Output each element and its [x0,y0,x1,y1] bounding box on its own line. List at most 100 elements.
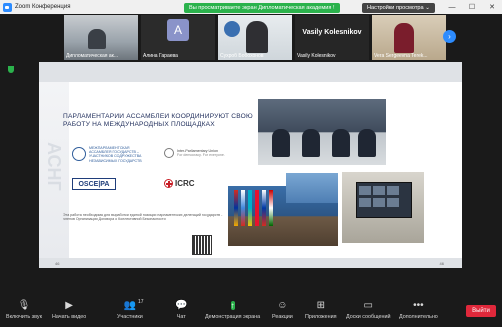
red-cross-icon [164,179,173,188]
video-button[interactable]: ▶ Начать видео [52,300,86,320]
zoom-window: Zoom Конференция — ☐ ✕ Вы просматриваете… [0,0,502,327]
participant-tile[interactable]: Vera Sergeevna Terek... [372,15,446,60]
whiteboards-button[interactable]: ▭ Доски сообщений [346,300,390,320]
flag [234,190,238,226]
window-title: Zoom Конференция [15,4,71,10]
chat-label: Чат [176,314,186,320]
participant-video [88,29,106,49]
mute-label: Включить звук [6,314,42,320]
next-page-arrow-icon[interactable]: › [443,30,456,43]
qr-code-icon [192,235,212,255]
participant-tile[interactable]: Сухроб Бобохонов [218,15,292,60]
participants-label: Участники [117,314,143,320]
delegate-figure [302,129,320,157]
ipa-emblem-icon [72,147,86,162]
screen-tile [373,186,385,195]
participant-name: Vasily Kolesnikov [297,53,336,59]
icrc-logo: ICRC [164,179,195,188]
chat-icon: 💬 [175,300,188,311]
participant-name: Дипломатическая ак... [66,53,119,59]
mute-button[interactable]: 🎙 Включить звук [6,300,42,320]
participant-display-name: Vasily Kolesnikov [302,29,362,36]
video-off-icon: ▶ [65,300,73,311]
ipu-globe-icon [164,148,174,158]
participants-button[interactable]: 👥 17 Участники [117,299,144,320]
org1-label: МЕЖПАРЛАМЕНТСКАЯ АССАМБЛЕЯ ГОСУДАРСТВ – … [89,146,142,163]
whiteboards-label: Доски сообщений [346,314,391,320]
flag [262,190,266,226]
minimize-icon[interactable]: — [442,0,462,14]
share-icon-wrap: ↑ [230,300,235,312]
shared-screen: АСНГ ПАРЛАМЕНТАРИИ АССАМБЛЕИ КООРДИНИРУЮ… [39,62,462,268]
flag [248,190,252,226]
slide-number-left: 46 [55,261,60,266]
participant-thumbnails: Дипломатическая ак... A Алина Гараева Су… [64,15,446,60]
photo-video-conference [286,173,338,203]
slide-footer-band: 46 46 [39,258,462,268]
delegate-figure [358,129,376,157]
reactions-label: Реакции [272,314,293,320]
apps-label: Приложения [305,314,337,320]
screen-tile [373,198,385,207]
participants-icon: 👥 [123,300,137,311]
maximize-icon[interactable]: ☐ [462,0,482,14]
microphone-muted-icon: 🎙 [17,300,31,311]
slide-caption: Эта работа необходима для выработки един… [63,213,223,222]
participant-tile[interactable]: A Алина Гараева [141,15,215,60]
participant-name: Алина Гараева [143,53,178,59]
osce-pa-logo: OSCE|PA [72,178,116,190]
slide-header-band [39,62,462,82]
ipu-logo: Inter-Parliamentary Union For democracy.… [164,148,225,158]
screen-tile [387,198,399,207]
slide-number-right: 46 [439,261,444,266]
screen-tile [359,186,371,195]
slide-watermark: АСНГ [39,82,69,258]
encryption-shield-icon[interactable] [8,66,14,73]
view-options-button[interactable]: Настройки просмотра ⌄ [362,3,435,13]
reactions-button[interactable]: ☺ Реакции [272,300,293,320]
participant-tile[interactable]: Vasily Kolesnikov Vasily Kolesnikov [295,15,369,60]
chat-button[interactable]: 💬 Чат [175,300,187,320]
participant-video [246,21,268,53]
meeting-screen [356,182,412,218]
delegate-figure [332,129,350,157]
slide-title: ПАРЛАМЕНТАРИИ АССАМБЛЕИ КООРДИНИРУЮТ СВО… [63,113,253,128]
apps-icon: ⊞ [316,300,325,311]
emblem-icon [224,21,240,37]
close-icon[interactable]: ✕ [482,0,502,14]
participant-name: Vera Sergeevna Terek... [374,53,428,59]
share-screen-icon: ↑ [230,301,235,310]
zoom-logo-icon [3,2,12,12]
more-dots-icon: ••• [413,300,424,311]
more-button[interactable]: ••• Дополнительно [399,300,438,320]
flag [241,190,245,226]
apps-button[interactable]: ⊞ Приложения [305,300,337,320]
flag [255,190,259,226]
meeting-toolbar: 🎙 Включить звук ▶ Начать видео 👥 17 Учас… [0,297,502,327]
watermark-text: АСНГ [44,142,64,191]
more-label: Дополнительно [399,314,438,320]
share-screen-button[interactable]: ↑ Демонстрация экрана [205,300,260,320]
ipu-text: Inter-Parliamentary Union For democracy.… [177,149,225,157]
participant-tile[interactable]: Дипломатическая ак... [64,15,138,60]
window-controls: — ☐ ✕ [442,0,502,14]
org2-sub: For democracy. For everyone. [177,153,225,157]
whiteboard-icon: ▭ [363,300,373,311]
icrc-label: ICRC [175,179,195,188]
video-label: Начать видео [52,314,87,320]
flag [269,190,273,226]
viewing-screen-banner: Вы просматриваете экран Дипломатическая … [184,3,340,13]
delegate-figure [272,129,290,157]
participant-video [394,23,414,53]
smile-icon: ☺ [277,300,288,311]
photo-screen-meeting [342,172,424,243]
share-label: Демонстрация экрана [205,314,261,320]
ipa-cis-logo: МЕЖПАРЛАМЕНТСКАЯ АССАМБЛЕЯ ГОСУДАРСТВ – … [72,146,145,163]
participant-name: Сухроб Бобохонов [220,53,264,59]
screen-tile [359,198,371,207]
screen-tile [387,186,399,195]
participants-count: 17 [138,299,144,305]
avatar: A [167,19,189,41]
photo-delegates-meeting [258,99,386,165]
leave-button[interactable]: Выйти [466,305,496,317]
